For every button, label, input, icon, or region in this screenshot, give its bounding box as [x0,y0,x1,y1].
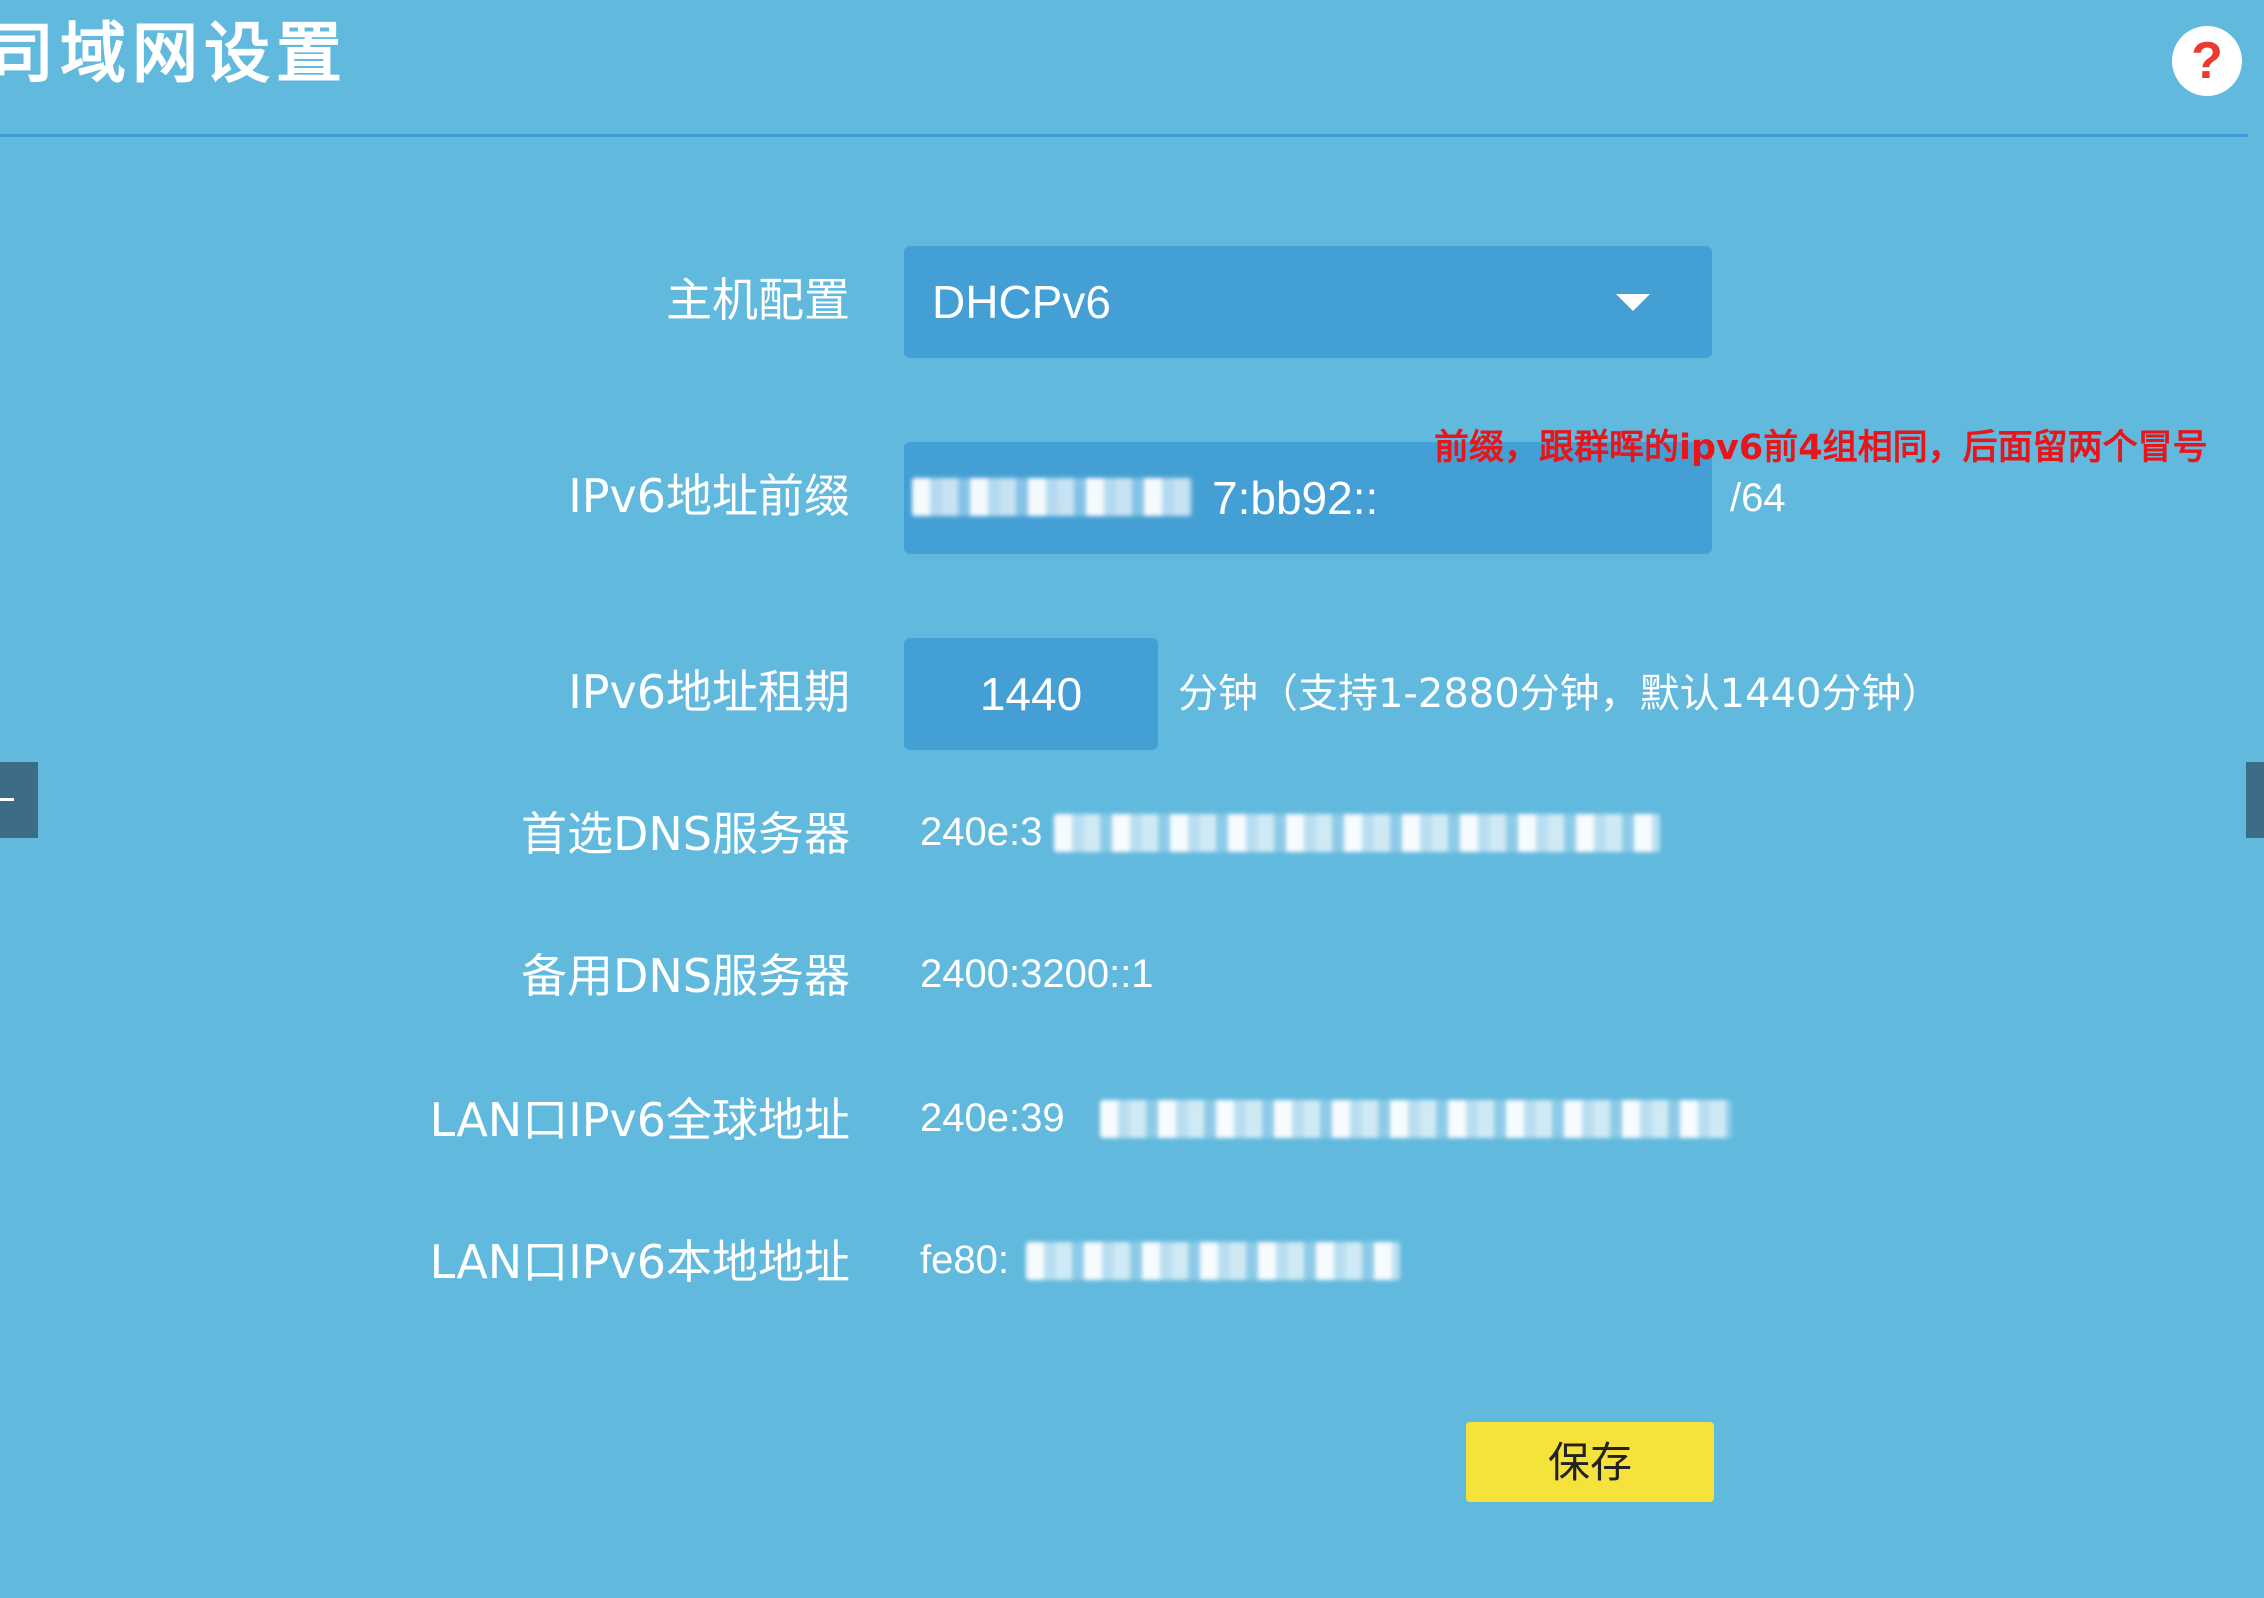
help-icon[interactable]: ? [2172,26,2242,96]
primary-dns-label: 首选DNS服务器 [520,807,850,861]
secondary-dns-label: 备用DNS服务器 [520,949,850,1003]
lease-value: 1440 [979,668,1083,720]
left-side-tab[interactable] [0,762,38,838]
right-side-tab[interactable] [2246,762,2264,838]
lan-global-value: 240e:39 [920,1096,1065,1140]
host-config-label: 主机配置 [666,273,850,327]
secondary-dns-value: 2400:3200::1 [920,952,1154,996]
redacted-lan-local-blur [1026,1242,1400,1280]
prefix-annotation: 前缀，跟群晖的ipv6前4组相同，后面留两个冒号 [1434,428,2208,468]
save-button[interactable]: 保存 [1466,1422,1714,1502]
prefix-label: IPv6地址前缀 [568,469,850,523]
redacted-primary-dns-blur [1054,814,1660,852]
host-config-select[interactable]: DHCPv6 [904,246,1712,358]
redacted-lan-global-blur [1100,1100,1732,1138]
lan-local-value: fe80: [920,1238,1009,1282]
lease-input[interactable]: 1440 [904,638,1158,750]
header-divider [0,134,2248,137]
lan-local-label: LAN口IPv6本地地址 [429,1235,850,1289]
redacted-prefix-blur [912,478,1192,516]
dropdown-arrow-icon [1616,294,1650,311]
host-config-selected-value: DHCPv6 [932,276,1111,328]
primary-dns-value: 240e:3 [920,810,1043,854]
lease-label: IPv6地址租期 [568,665,850,719]
lan-global-label: LAN口IPv6全球地址 [429,1093,850,1147]
prefix-value: 7:bb92:: [1212,472,1379,524]
page-title: 司域网设置 [0,15,348,92]
lease-hint: 分钟（支持1-2880分钟，默认1440分钟） [1178,671,1942,717]
